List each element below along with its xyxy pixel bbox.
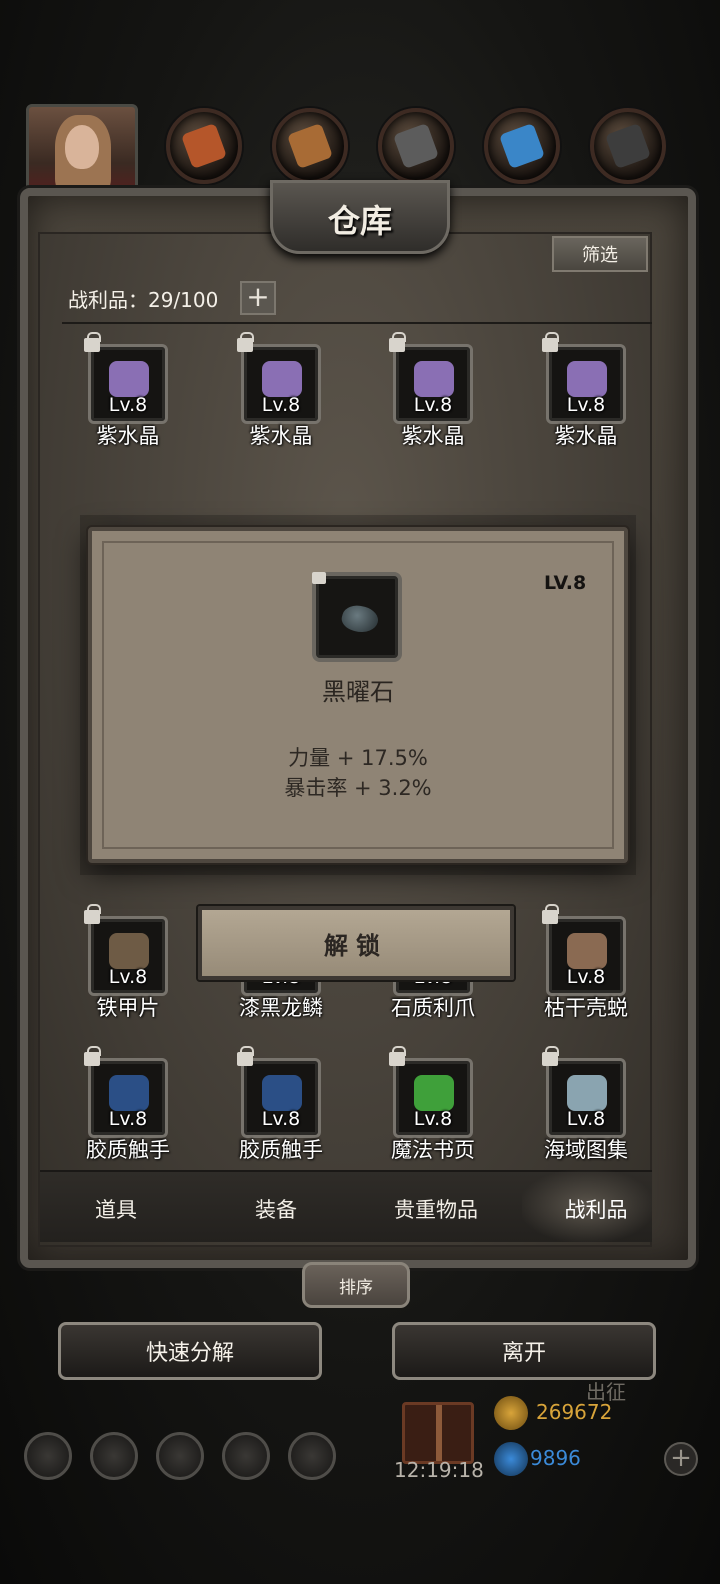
gem-icon <box>494 1442 528 1476</box>
item-art-icon <box>262 361 302 397</box>
lock-icon <box>84 904 101 924</box>
inventory-item[interactable]: Lv.8 胶质触手 <box>84 1046 170 1162</box>
lock-icon <box>237 1046 254 1066</box>
item-art-icon <box>567 361 607 397</box>
item-name: 枯干壳蜕 <box>544 996 628 1020</box>
item-level: Lv.8 <box>108 966 148 988</box>
achievement-icon[interactable] <box>90 1432 138 1480</box>
item-level: Lv.8 <box>108 394 148 416</box>
avatar-face <box>65 125 99 169</box>
tab-valuables[interactable]: 贵重物品 <box>366 1194 506 1224</box>
item-level: Lv.8 <box>413 394 453 416</box>
stone-icon[interactable] <box>378 108 454 184</box>
item-name: 魔法书页 <box>391 1138 475 1162</box>
item-level: Lv.8 <box>261 394 301 416</box>
item-name: 紫水晶 <box>96 424 160 448</box>
lock-icon <box>237 332 254 352</box>
item-level: Lv.8 <box>566 394 606 416</box>
tab-loot[interactable]: 战利品 <box>526 1194 666 1224</box>
gold-amount: 269672 <box>536 1400 613 1424</box>
mail-icon[interactable] <box>222 1432 270 1480</box>
gift-icon[interactable] <box>402 1402 474 1464</box>
divider <box>62 322 652 324</box>
leave-button[interactable]: 离开 <box>392 1322 656 1380</box>
lock-icon <box>542 904 559 924</box>
item-art-icon <box>414 361 454 397</box>
item-art-icon <box>109 361 149 397</box>
item-art-icon <box>567 1075 607 1111</box>
obsidian-icon <box>339 601 381 637</box>
lock-icon <box>389 1046 406 1066</box>
inventory-item[interactable]: Lv.8 紫水晶 <box>389 332 473 448</box>
popup-item-name: 黑曜石 <box>322 678 394 706</box>
lock-icon <box>312 572 326 584</box>
item-name: 紫水晶 <box>554 424 618 448</box>
item-art-icon <box>109 933 149 969</box>
item-level: Lv.8 <box>413 1108 453 1130</box>
item-level: Lv.8 <box>108 1108 148 1130</box>
gem-amount: 9896 <box>530 1446 581 1470</box>
popup-stat-crit: 暴击率 + 3.2% <box>284 776 432 800</box>
tab-equipment[interactable]: 装备 <box>206 1194 346 1224</box>
inventory-item[interactable]: Lv.8 枯干壳蜕 <box>542 904 628 1020</box>
expand-capacity-button[interactable]: + <box>240 281 276 315</box>
item-name: 漆黑龙鳞 <box>239 996 323 1020</box>
lock-icon <box>542 1046 559 1066</box>
item-level: Lv.8 <box>261 1108 301 1130</box>
item-art-icon <box>262 1075 302 1111</box>
unlock-button[interactable]: 解锁 <box>198 906 514 980</box>
item-level: Lv.8 <box>566 1108 606 1130</box>
tab-items[interactable]: 道具 <box>46 1194 186 1224</box>
lock-icon <box>389 332 406 352</box>
item-art-icon <box>414 1075 454 1111</box>
lock-icon <box>84 1046 101 1066</box>
item-name: 紫水晶 <box>249 424 313 448</box>
wood-icon[interactable] <box>272 108 348 184</box>
gold-coin-icon <box>494 1396 528 1430</box>
item-name: 铁甲片 <box>96 996 160 1020</box>
item-level: Lv.8 <box>566 966 606 988</box>
item-name: 胶质触手 <box>86 1138 170 1162</box>
inventory-item[interactable]: Lv.8 魔法书页 <box>389 1046 475 1162</box>
crystal-icon[interactable] <box>484 108 560 184</box>
item-name: 海域图集 <box>544 1138 628 1162</box>
ore-icon[interactable] <box>166 108 242 184</box>
popup-item-slot <box>312 572 402 662</box>
settings-icon[interactable] <box>24 1432 72 1480</box>
item-name: 胶质触手 <box>239 1138 323 1162</box>
guild-icon[interactable] <box>288 1432 336 1480</box>
loot-count: 战利品：29/100 <box>68 288 219 312</box>
item-name: 紫水晶 <box>401 424 465 448</box>
page-title: 仓库 <box>327 202 392 240</box>
inventory-item[interactable]: Lv.8 海域图集 <box>542 1046 628 1162</box>
lock-icon <box>84 332 101 352</box>
lock-icon <box>542 332 559 352</box>
inventory-item[interactable]: Lv.8 紫水晶 <box>542 332 626 448</box>
inventory-item[interactable]: Lv.8 紫水晶 <box>84 332 168 448</box>
clock: 12:19:18 <box>394 1458 484 1482</box>
filter-button[interactable]: 筛选 <box>552 236 648 272</box>
item-art-icon <box>109 1075 149 1111</box>
inventory-item[interactable]: Lv.8 胶质触手 <box>237 1046 323 1162</box>
sort-button[interactable]: 排序 <box>302 1262 410 1308</box>
iron-icon[interactable] <box>590 108 666 184</box>
add-gems-button[interactable]: + <box>664 1442 698 1476</box>
popup-level: LV.8 <box>544 572 587 594</box>
item-art-icon <box>567 933 607 969</box>
item-name: 石质利爪 <box>391 996 475 1020</box>
popup-stat-strength: 力量 + 17.5% <box>288 746 428 770</box>
inventory-item[interactable]: Lv.8 紫水晶 <box>237 332 321 448</box>
quick-dismantle-button[interactable]: 快速分解 <box>58 1322 322 1380</box>
inventory-item[interactable]: Lv.8 铁甲片 <box>84 904 168 1020</box>
map-icon[interactable] <box>156 1432 204 1480</box>
